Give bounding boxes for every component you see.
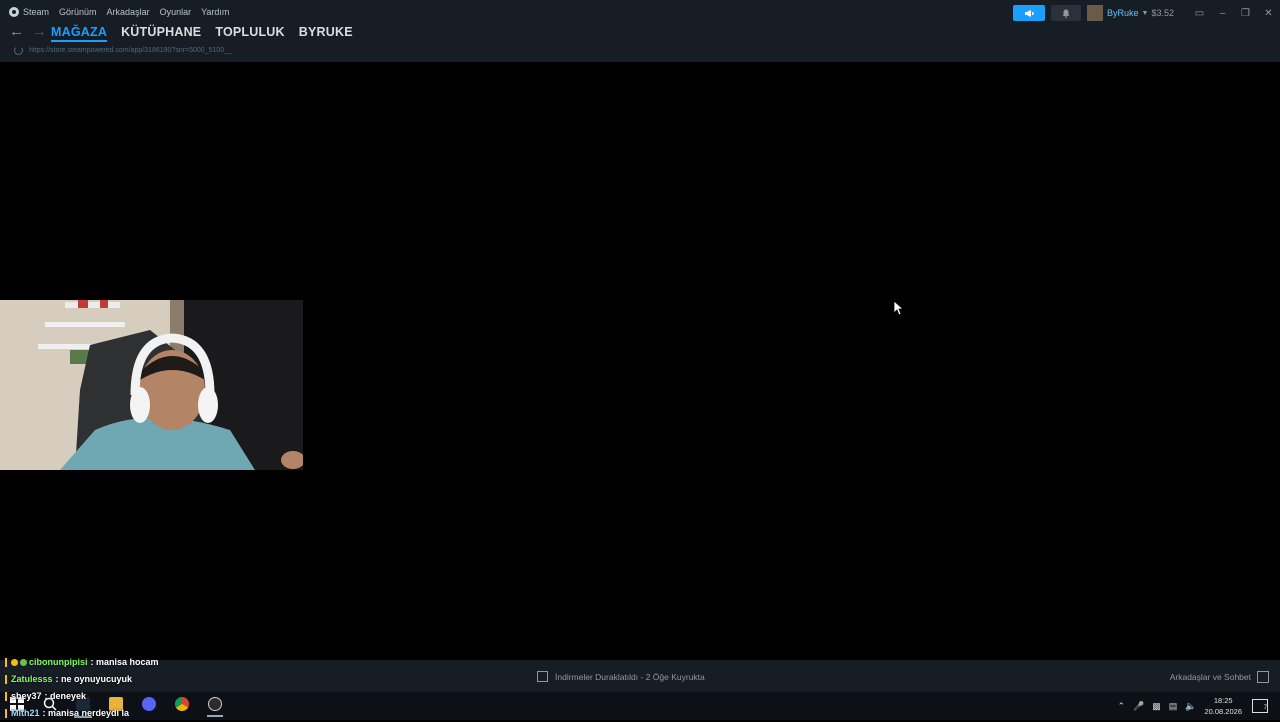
chat-marker [5, 709, 7, 718]
notification-icon[interactable]: 7 [1252, 699, 1268, 713]
notification-count: 7 [1263, 705, 1267, 711]
obs-icon[interactable] [207, 697, 223, 717]
chat-text: : deneyek [44, 691, 87, 701]
steam-logo-icon [9, 7, 19, 17]
loading-spinner-icon [14, 46, 23, 55]
webcam-overlay [0, 300, 303, 470]
chat-username: Zatulesss [11, 674, 53, 684]
tab-store[interactable]: MAĞAZA [51, 24, 108, 42]
big-picture-icon[interactable]: ▭ [1188, 8, 1211, 19]
close-icon[interactable]: ✕ [1257, 8, 1280, 19]
bell-glyph-icon [1062, 9, 1070, 18]
chat-message: shey37 : deneyek [5, 688, 159, 705]
steam-title-bar: Steam Görünüm Arkadaşlar Oyunlar Yardım … [0, 0, 1280, 62]
display-icon[interactable]: ▩ [1152, 701, 1161, 712]
tab-profile[interactable]: BYRUKE [299, 24, 353, 42]
taskbar-clock[interactable]: 18:25 20.08.2026 [1204, 695, 1242, 717]
minimize-icon[interactable]: – [1211, 8, 1234, 19]
microphone-icon[interactable]: 🎤 [1133, 701, 1144, 712]
url-bar: https://store.steampowered.com/app/31861… [14, 46, 232, 55]
chat-text: : ne oynuyucuyuk [55, 674, 133, 684]
windows-taskbar: ⌃ 🎤 ▩ ▤ 🔈 18:25 20.08.2026 7 [0, 692, 1280, 720]
tab-community[interactable]: TOPLULUK [215, 24, 284, 42]
chat-badge-icon [11, 659, 18, 666]
megaphone-glyph-icon [1025, 9, 1034, 17]
url-text[interactable]: https://store.steampowered.com/app/31861… [29, 47, 232, 54]
chat-username: Mith21 [11, 708, 40, 718]
friends-chat-label: Arkadaşlar ve Sohbet [1169, 672, 1251, 682]
chat-text: : manisa nerdeydi la [42, 708, 130, 718]
chat-marker [5, 692, 7, 701]
steam-status-bar: İndirmeler Duraklatıldı - 2 Öğe Kuyrukta… [0, 660, 1280, 692]
chat-message: cibonunpipisi : manisa hocam [5, 654, 159, 671]
bell-icon[interactable] [1051, 5, 1082, 21]
megaphone-icon[interactable] [1013, 5, 1046, 21]
friends-chat-icon [1257, 671, 1269, 683]
chat-marker [5, 658, 7, 667]
chat-message: Mith21 : manisa nerdeydi la [5, 705, 159, 722]
tab-library[interactable]: KÜTÜPHANE [121, 24, 201, 42]
chat-username: cibonunpipisi [29, 657, 88, 667]
chat-message: Zatulesss : ne oynuyucuyuk [5, 671, 159, 688]
avatar[interactable] [1087, 5, 1104, 21]
nav-arrows: ← → [9, 24, 55, 40]
network-icon[interactable]: ▤ [1169, 701, 1178, 712]
menu-item-friends[interactable]: Arkadaşlar [107, 6, 150, 18]
account-username[interactable]: ByRuke [1107, 8, 1139, 18]
mouse-cursor-icon [893, 300, 903, 316]
clock-date: 20.08.2026 [1204, 707, 1242, 716]
wallet-balance: $3.52 [1151, 8, 1174, 18]
menu-item-steam[interactable]: Steam [23, 6, 49, 18]
forward-arrow-icon[interactable]: → [32, 24, 47, 40]
steam-menu: Steam Görünüm Arkadaşlar Oyunlar Yardım [9, 6, 239, 18]
menu-item-help[interactable]: Yardım [201, 6, 229, 18]
volume-icon[interactable]: 🔈 [1185, 701, 1196, 712]
chat-username: shey37 [11, 691, 42, 701]
chevron-up-icon[interactable]: ⌃ [1117, 701, 1125, 712]
stream-chat-overlay: cibonunpipisi : manisa hocam Zatulesss :… [5, 654, 159, 722]
restore-icon[interactable]: ❐ [1234, 8, 1257, 19]
downloads-status[interactable]: İndirmeler Duraklatıldı - 2 Öğe Kuyrukta [537, 671, 705, 682]
top-right-controls: ByRuke ▼ $3.52 ▭ – ❐ ✕ [1013, 4, 1280, 22]
menu-item-games[interactable]: Oyunlar [160, 6, 192, 18]
clock-time: 18:25 [1213, 696, 1233, 705]
menu-item-view[interactable]: Görünüm [59, 6, 97, 18]
chat-badge-icon [20, 659, 27, 666]
chevron-down-icon[interactable]: ▼ [1142, 10, 1149, 17]
back-arrow-icon[interactable]: ← [9, 24, 24, 40]
main-tabs: MAĞAZA KÜTÜPHANE TOPLULUK BYRUKE [51, 24, 367, 42]
friends-chat-button[interactable]: Arkadaşlar ve Sohbet [1170, 671, 1269, 683]
chrome-icon[interactable] [175, 697, 189, 711]
system-tray: ⌃ 🎤 ▩ ▤ 🔈 18:25 20.08.2026 7 [1117, 692, 1280, 720]
downloads-status-text: İndirmeler Duraklatıldı - 2 Öğe Kuyrukta [555, 671, 705, 682]
chat-text: : manisa hocam [90, 657, 159, 667]
download-icon [537, 671, 548, 682]
chat-marker [5, 675, 7, 684]
webcam-image [0, 300, 303, 470]
